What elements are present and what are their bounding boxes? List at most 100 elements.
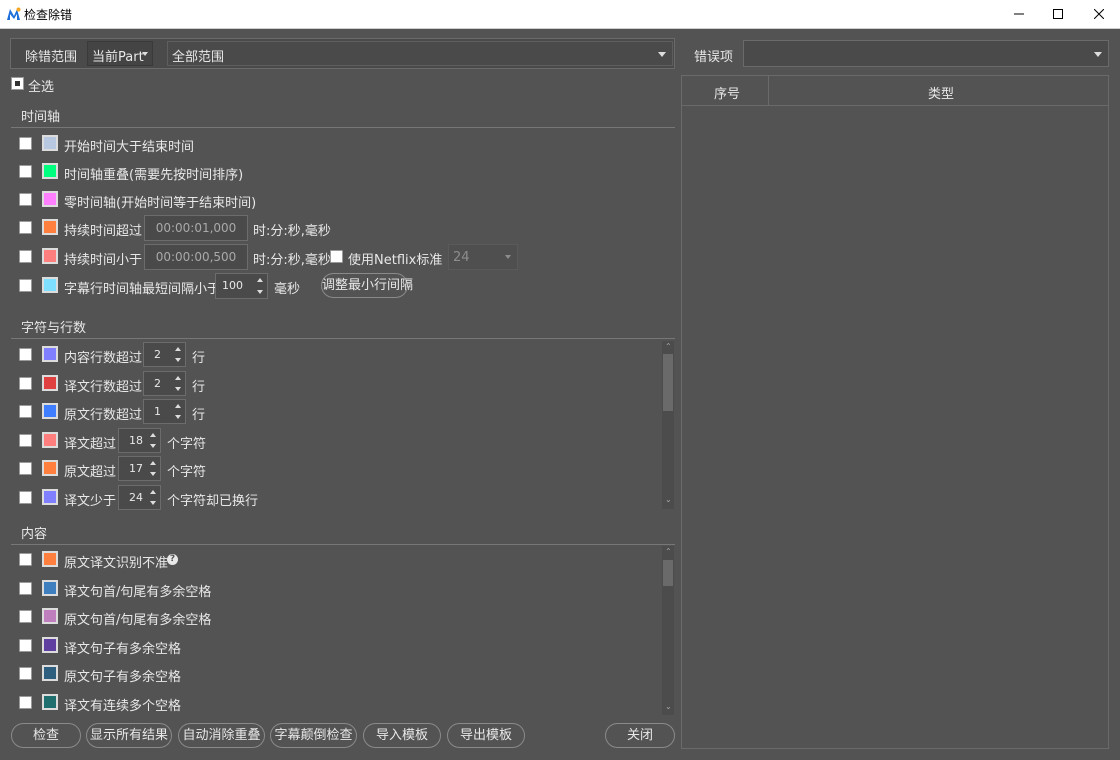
checkbox-chars-row[interactable]: [19, 462, 32, 475]
checkbox-chars-row[interactable]: [19, 405, 32, 418]
color-swatch: [42, 375, 58, 391]
column-divider[interactable]: [768, 76, 769, 106]
arrow-down-icon[interactable]: [175, 387, 181, 391]
checkbox-content-row[interactable]: [19, 582, 32, 595]
adjust-min-gap-button[interactable]: 调整最小行间隔: [321, 273, 413, 298]
chars-row-stepper[interactable]: 18: [118, 428, 161, 453]
checkbox-chars-row[interactable]: [19, 348, 32, 361]
checkbox-start-gt-end[interactable]: [19, 137, 32, 150]
content-row-label: 译文句子有多余空格: [64, 642, 182, 657]
arrow-up-icon[interactable]: [175, 347, 181, 351]
part-select-value: 当前Part: [92, 50, 144, 65]
label-overlap: 时间轴重叠(需要先按时间排序): [64, 168, 244, 183]
arrow-down-icon[interactable]: [150, 501, 156, 505]
checkbox-chars-row[interactable]: [19, 491, 32, 504]
arrow-down-icon[interactable]: [150, 444, 156, 448]
app-logo-icon: [7, 7, 21, 20]
arrow-up-icon[interactable]: [175, 404, 181, 408]
chars-row-label: 原文行数超过: [64, 408, 143, 423]
checkbox-zero[interactable]: [19, 193, 32, 206]
content-row-label: 译文有连续多个空格: [64, 699, 182, 714]
import-template-button[interactable]: 导入模板: [363, 723, 441, 748]
check-button[interactable]: 检查: [11, 723, 81, 748]
arrow-up-icon[interactable]: [175, 376, 181, 380]
chars-row-unit: 行: [192, 408, 206, 423]
divider: [11, 338, 675, 339]
duration-over-input[interactable]: 00:00:01,000: [144, 215, 248, 241]
chars-row-stepper[interactable]: 2: [143, 342, 186, 367]
netflix-select-value: 24: [453, 250, 470, 265]
color-swatch: [42, 248, 58, 264]
arrow-down-icon[interactable]: [257, 290, 263, 294]
checkbox-content-row[interactable]: [19, 667, 32, 680]
scrollbar-chars[interactable]: ⌃ ⌄: [662, 341, 674, 509]
checkbox-min-gap[interactable]: [19, 279, 32, 292]
scroll-up-icon[interactable]: ⌃: [665, 548, 672, 556]
show-all-results-button[interactable]: 显示所有结果: [86, 723, 172, 748]
chars-row-unit: 个字符: [167, 437, 207, 452]
netflix-select[interactable]: 24: [448, 244, 518, 270]
chars-row-value: 24: [129, 491, 143, 504]
label-start-gt-end: 开始时间大于结束时间: [64, 140, 195, 155]
scroll-down-icon[interactable]: ⌄: [665, 703, 672, 711]
duration-under-input[interactable]: 00:00:00,500: [144, 244, 248, 270]
chars-row-value: 2: [154, 377, 161, 390]
chars-row-value: 1: [154, 405, 161, 418]
error-filter-select[interactable]: [743, 40, 1109, 67]
content-row-label: 译文句首/句尾有多余空格: [64, 585, 212, 600]
close-window-button[interactable]: [1076, 0, 1120, 28]
chars-row-label: 译文超过: [64, 437, 117, 452]
scrollbar-content[interactable]: ⌃ ⌄: [662, 546, 674, 715]
checkbox-overlap[interactable]: [19, 165, 32, 178]
scroll-down-icon[interactable]: ⌄: [665, 496, 672, 504]
checkbox-duration-over[interactable]: [19, 221, 32, 234]
table-header: 序号 类型: [682, 76, 1108, 106]
divider: [11, 127, 675, 128]
help-icon[interactable]: ?: [167, 554, 178, 565]
min-gap-stepper[interactable]: 100: [215, 273, 268, 299]
arrow-down-icon[interactable]: [175, 358, 181, 362]
col-header-index[interactable]: 序号: [714, 83, 740, 102]
checkbox-chars-row[interactable]: [19, 434, 32, 447]
close-button[interactable]: 关闭: [605, 723, 675, 748]
chars-row-unit: 行: [192, 380, 206, 395]
scroll-thumb[interactable]: [663, 354, 673, 411]
checkbox-content-row[interactable]: [19, 553, 32, 566]
range-select[interactable]: 全部范围: [167, 41, 673, 66]
time-unit-label: 时:分:秒,毫秒: [253, 253, 331, 268]
reverse-check-button[interactable]: 字幕颠倒检查: [270, 723, 357, 748]
ms-label: 毫秒: [274, 282, 301, 297]
arrow-up-icon[interactable]: [150, 461, 156, 465]
chars-row-stepper[interactable]: 2: [143, 371, 186, 396]
color-swatch: [42, 191, 58, 207]
chars-row-stepper[interactable]: 17: [118, 456, 161, 481]
col-header-type[interactable]: 类型: [928, 83, 954, 102]
arrow-up-icon[interactable]: [257, 278, 263, 282]
scope-bar: 除错范围 当前Part 全部范围: [10, 38, 675, 69]
label-netflix: 使用Netflix标准: [348, 253, 443, 268]
color-swatch: [42, 637, 58, 653]
export-template-button[interactable]: 导出模板: [447, 723, 525, 748]
arrow-down-icon[interactable]: [150, 472, 156, 476]
auto-remove-overlap-button[interactable]: 自动消除重叠: [178, 723, 265, 748]
checkbox-chars-row[interactable]: [19, 377, 32, 390]
checkbox-content-row[interactable]: [19, 610, 32, 623]
select-all-checkbox[interactable]: [11, 77, 24, 90]
checkbox-content-row[interactable]: [19, 696, 32, 709]
chars-row-label: 内容行数超过: [64, 351, 143, 366]
scroll-up-icon[interactable]: ⌃: [665, 343, 672, 351]
arrow-up-icon[interactable]: [150, 433, 156, 437]
error-table: 序号 类型: [681, 75, 1109, 749]
chars-row-stepper[interactable]: 24: [118, 485, 161, 510]
chars-row-stepper[interactable]: 1: [143, 399, 186, 424]
chevron-down-icon: [505, 255, 511, 259]
arrow-up-icon[interactable]: [150, 490, 156, 494]
checkbox-duration-under[interactable]: [19, 250, 32, 263]
arrow-down-icon[interactable]: [175, 415, 181, 419]
maximize-button[interactable]: [1035, 0, 1081, 28]
checkbox-netflix[interactable]: [330, 250, 343, 263]
title-bar: 检查除错: [0, 0, 1120, 29]
checkbox-content-row[interactable]: [19, 639, 32, 652]
scroll-thumb[interactable]: [663, 560, 673, 586]
part-select[interactable]: 当前Part: [87, 41, 153, 66]
